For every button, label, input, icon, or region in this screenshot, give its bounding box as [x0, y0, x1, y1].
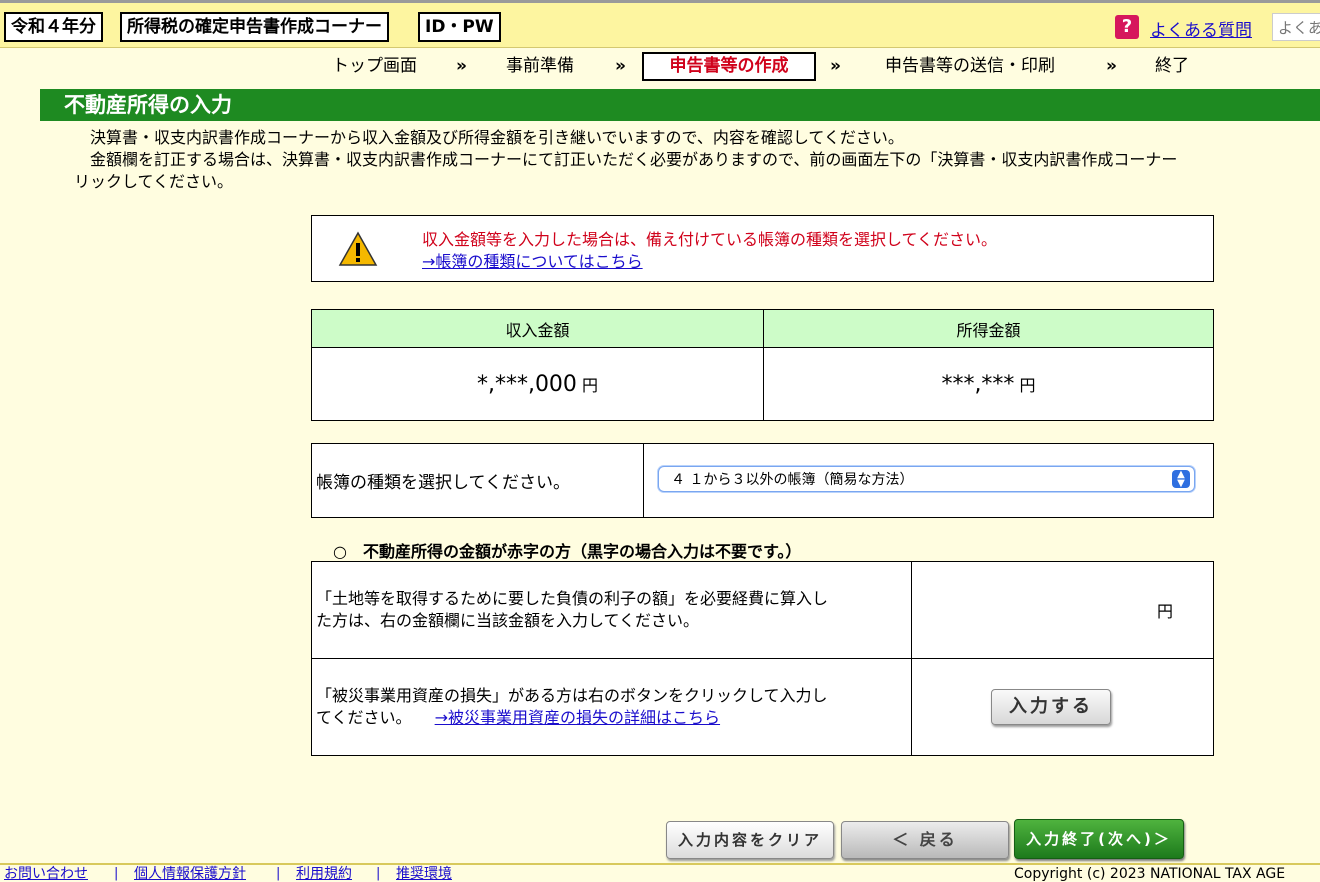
footer-separator: | — [114, 866, 119, 881]
disaster-button-cell: 入力する — [911, 658, 1214, 756]
income-value: ***,*** — [941, 371, 1015, 397]
chevron-updown-icon: ▲ ▼ — [1172, 470, 1190, 489]
income-header: 所得金額 — [763, 309, 1214, 348]
next-button[interactable]: 入力終了(次へ)＞ — [1014, 819, 1184, 859]
step-top: トップ画面 — [332, 56, 417, 76]
corner-title: 所得税の確定申告書作成コーナー — [120, 12, 389, 42]
disaster-question: 「被災事業用資産の損失」がある方は右のボタンをクリックして入力し てください。 … — [311, 658, 912, 756]
search-input[interactable]: よくあ — [1272, 13, 1320, 41]
revenue-value: *,***,000 — [476, 371, 577, 397]
ledger-select-cell: ４ １から３以外の帳簿（簡易な方法） ▲ ▼ — [643, 443, 1214, 518]
step-create-active: 申告書等の作成 — [642, 52, 816, 81]
footer-separator: | — [376, 866, 381, 881]
intro-line-3: リックしてください。 — [74, 172, 234, 191]
page-title: 不動産所得の入力 — [40, 89, 1320, 121]
ledger-table: 帳簿の種類を選択してください。 ４ １から３以外の帳簿（簡易な方法） ▲ ▼ — [311, 443, 1214, 518]
footer-privacy-link[interactable]: 個人情報保護方針 — [134, 866, 246, 882]
ledger-type-link[interactable]: →帳簿の種類についてはこちら — [422, 248, 643, 272]
income-unit: 円 — [1019, 375, 1036, 395]
input-button[interactable]: 入力する — [991, 689, 1111, 725]
warning-icon — [338, 231, 378, 266]
idpw-label: ID・PW — [418, 12, 501, 42]
ledger-label: 帳簿の種類を選択してください。 — [311, 443, 644, 518]
income-cell: ***,*** 円 — [763, 347, 1214, 421]
revenue-header: 収入金額 — [311, 309, 764, 348]
interest-question-line-1: 「土地等を取得するために要した負債の利子の額」を必要経費に算入し — [316, 589, 829, 608]
disaster-question-line-2: てください。 →被災事業用資産の損失の詳細はこちら — [316, 707, 911, 729]
warning-message: 収入金額等を入力した場合は、備え付けている帳簿の種類を選択してください。 — [422, 230, 998, 249]
step-end: 終了 — [1155, 56, 1189, 76]
disaster-loss-detail-link[interactable]: →被災事業用資産の損失の詳細はこちら — [435, 708, 720, 727]
ledger-type-selected: ４ １から３以外の帳簿（簡易な方法） — [671, 472, 914, 488]
intro-line-1: 決算書・収支内訳書作成コーナーから収入金額及び所得金額を引き継いでいますので、内… — [90, 128, 904, 147]
warning-box: 収入金額等を入力した場合は、備え付けている帳簿の種類を選択してください。 →帳簿… — [311, 215, 1214, 282]
step-prep: 事前準備 — [506, 56, 574, 76]
revenue-cell: *,***,000 円 — [311, 347, 764, 421]
interest-unit: 円 — [1156, 602, 1173, 621]
step-separator: » — [830, 56, 841, 76]
footer: お問い合わせ | 個人情報保護方針 | 利用規約 | 推奨環境 Copyrigh… — [0, 863, 1320, 882]
disaster-question-text: てください。 — [316, 708, 412, 727]
footer-separator: | — [276, 866, 281, 881]
deficit-table: 「土地等を取得するために要した負債の利子の額」を必要経費に算入し た方は、右の金… — [311, 561, 1214, 756]
clear-button[interactable]: 入力内容をクリア — [666, 821, 834, 859]
footer-contact-link[interactable]: お問い合わせ — [4, 866, 88, 882]
deficit-section-title: ○ 不動産所得の金額が赤字の方（黒字の場合入力は不要です。） — [333, 542, 802, 561]
question-icon[interactable]: ? — [1115, 15, 1139, 39]
amounts-table: 収入金額 所得金額 *,***,000 円 ***,*** 円 — [311, 309, 1214, 421]
tax-year-label: 令和４年分 — [4, 12, 103, 42]
step-separator: » — [1106, 56, 1117, 76]
intro-line-2: 金額欄を訂正する場合は、決算書・収支内訳書作成コーナーにて訂正いただく必要があり… — [90, 150, 1178, 169]
disaster-question-line-1: 「被災事業用資産の損失」がある方は右のボタンをクリックして入力し — [316, 686, 828, 705]
ledger-type-select[interactable]: ４ １から３以外の帳簿（簡易な方法） ▲ ▼ — [658, 466, 1195, 492]
faq-link[interactable]: よくある質問 — [1150, 16, 1252, 41]
interest-question-line-2: た方は、右の金額欄に当該金額を入力してください。 — [316, 611, 700, 630]
top-bar: 令和４年分 所得税の確定申告書作成コーナー ID・PW ? よくある質問 よくあ — [0, 0, 1320, 48]
copyright-text: Copyright (c) 2023 NATIONAL TAX AGE — [1014, 866, 1286, 882]
step-separator: » — [615, 56, 626, 76]
footer-environment-link[interactable]: 推奨環境 — [396, 866, 452, 882]
step-send-print: 申告書等の送信・印刷 — [885, 56, 1055, 76]
back-button[interactable]: ＜ 戻る — [841, 821, 1009, 859]
footer-terms-link[interactable]: 利用規約 — [296, 866, 352, 882]
step-separator: » — [456, 56, 467, 76]
interest-amount-cell[interactable]: 円 — [911, 561, 1214, 659]
revenue-unit: 円 — [582, 375, 599, 395]
interest-question: 「土地等を取得するために要した負債の利子の額」を必要経費に算入し た方は、右の金… — [311, 561, 912, 659]
